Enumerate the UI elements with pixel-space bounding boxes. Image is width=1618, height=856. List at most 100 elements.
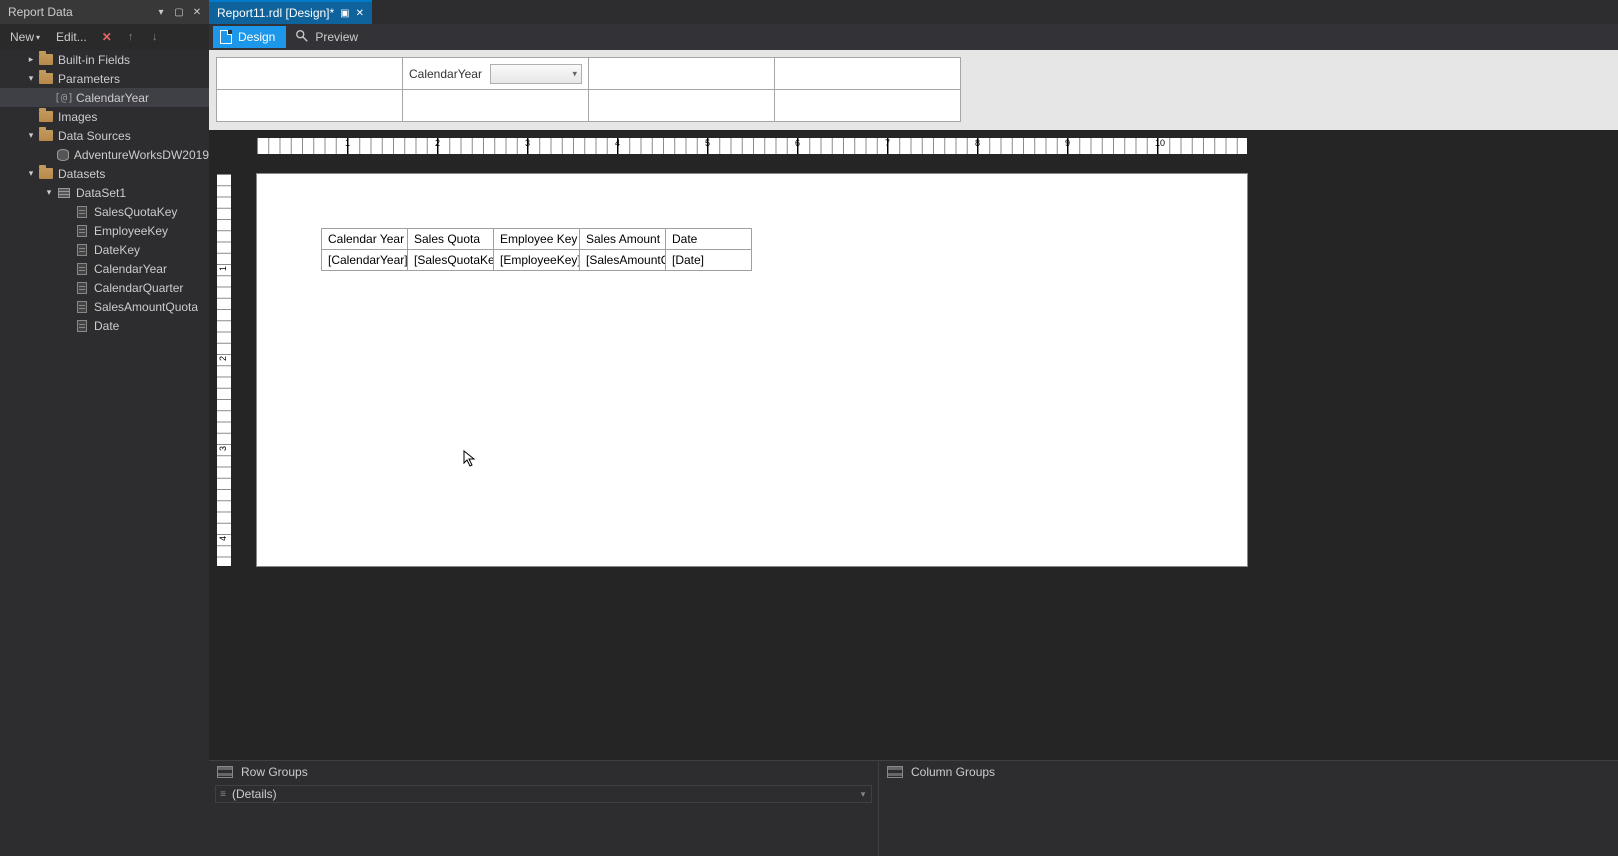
tree-item[interactable]: SalesAmountQuota	[0, 297, 209, 316]
vertical-ruler: 1 2 3 4	[217, 174, 231, 566]
tree-label: Date	[94, 319, 119, 333]
tree-label: Parameters	[58, 72, 120, 86]
table-cell[interactable]: [SalesAmountQ	[580, 250, 666, 271]
tree-label: SalesAmountQuota	[94, 300, 198, 314]
param-cell-empty[interactable]	[216, 89, 403, 122]
horizontal-ruler: 12345678910	[257, 138, 1247, 154]
tree-item[interactable]: EmployeeKey	[0, 221, 209, 240]
tree-label: Datasets	[58, 167, 105, 181]
row-groups-icon	[217, 766, 233, 778]
field-icon	[74, 281, 90, 295]
tree-item[interactable]: [@] CalendarYear	[0, 88, 209, 107]
param-cell-empty[interactable]	[402, 89, 589, 122]
column-groups-title: Column Groups	[911, 765, 995, 779]
report-table[interactable]: Calendar YearSales QuotaEmployee KeySale…	[321, 228, 752, 271]
tree-item[interactable]: CalendarQuarter	[0, 278, 209, 297]
field-icon	[74, 243, 90, 257]
param-cell-empty[interactable]	[588, 89, 775, 122]
field-icon	[74, 300, 90, 314]
tree-item[interactable]: CalendarYear	[0, 259, 209, 278]
twisty-icon[interactable]: ▾	[26, 131, 36, 141]
tree-label: AdventureWorksDW2019	[74, 148, 209, 162]
twisty-icon[interactable]: ▸	[26, 55, 36, 65]
delete-icon[interactable]: ✕	[97, 27, 117, 47]
close-tab-icon[interactable]: ✕	[356, 8, 364, 19]
move-down-icon[interactable]: ↓	[145, 27, 165, 47]
tree-label: DateKey	[94, 243, 140, 257]
report-page[interactable]: Calendar YearSales QuotaEmployee KeySale…	[257, 174, 1247, 566]
twisty-icon[interactable]: ▾	[26, 169, 36, 179]
tree-item[interactable]: AdventureWorksDW2019	[0, 145, 209, 164]
chevron-down-icon[interactable]: ▾	[855, 789, 871, 800]
tree-item[interactable]: Date	[0, 316, 209, 335]
folder-icon	[38, 110, 54, 124]
folder-icon	[38, 167, 54, 181]
panel-header: Report Data ▾ ▢ ✕	[0, 0, 209, 24]
table-header[interactable]: Sales Amount	[580, 229, 666, 250]
param-label: CalendarYear	[409, 67, 482, 81]
tree-label: DataSet1	[76, 186, 126, 200]
design-surface[interactable]: 12345678910 1 2 3 4 Calendar YearSales Q…	[209, 130, 1618, 760]
move-up-icon[interactable]: ↑	[121, 27, 141, 47]
tree-label: CalendarYear	[76, 91, 149, 105]
dropdown-icon[interactable]: ▾	[153, 4, 169, 20]
parameter-strip: CalendarYear	[209, 50, 1618, 130]
panel-toolbar: New▾ Edit... ✕ ↑ ↓	[0, 24, 209, 50]
tree-item[interactable]: DateKey	[0, 240, 209, 259]
table-header[interactable]: Calendar Year	[322, 229, 408, 250]
tree-label: SalesQuotaKey	[94, 205, 177, 219]
param-icon: [@]	[56, 91, 72, 105]
param-cell-empty[interactable]	[588, 57, 775, 90]
tab-bar: Report11.rdl [Design]* ▣ ✕	[209, 0, 1618, 24]
tree-item[interactable]: ▾ Parameters	[0, 69, 209, 88]
folder-icon	[38, 129, 54, 143]
cursor-icon	[463, 450, 476, 468]
tree-item[interactable]: SalesQuotaKey	[0, 202, 209, 221]
tree-item[interactable]: ▾ Datasets	[0, 164, 209, 183]
main-area: Report11.rdl [Design]* ▣ ✕ Design Previe…	[209, 0, 1618, 856]
pin-icon[interactable]: ▢	[171, 4, 187, 20]
table-cell[interactable]: [Date]	[666, 250, 752, 271]
field-icon	[74, 262, 90, 276]
close-icon[interactable]: ✕	[189, 4, 205, 20]
field-icon	[74, 319, 90, 333]
tree-label: EmployeeKey	[94, 224, 168, 238]
tab-title: Report11.rdl [Design]*	[217, 6, 334, 20]
new-button[interactable]: New▾	[4, 28, 46, 46]
tree-item[interactable]: ▾Data Sources	[0, 126, 209, 145]
table-cell[interactable]: [CalendarYear]	[322, 250, 408, 271]
preview-icon	[295, 29, 309, 46]
tree-item[interactable]: ▾ DataSet1	[0, 183, 209, 202]
report-data-panel: Report Data ▾ ▢ ✕ New▾ Edit... ✕ ↑ ↓ ▸ Bu…	[0, 0, 209, 856]
document-tab[interactable]: Report11.rdl [Design]* ▣ ✕	[209, 0, 372, 24]
tree-view[interactable]: ▸ Built-in Fields ▾ Parameters [@] CalendarYe…	[0, 50, 209, 856]
pin-tab-icon[interactable]: ▣	[340, 8, 349, 19]
edit-button[interactable]: Edit...	[50, 28, 93, 46]
column-groups-icon	[887, 766, 903, 778]
db-icon	[55, 148, 70, 162]
field-icon	[74, 205, 90, 219]
tree-label: CalendarYear	[94, 262, 167, 276]
tree-item[interactable]: ▸ Built-in Fields	[0, 50, 209, 69]
table-header[interactable]: Date	[666, 229, 752, 250]
param-cell-empty[interactable]	[774, 89, 961, 122]
twisty-icon[interactable]: ▾	[44, 188, 54, 198]
table-header[interactable]: Employee Key	[494, 229, 580, 250]
design-view-button[interactable]: Design	[213, 26, 286, 48]
param-cell-empty[interactable]	[216, 57, 403, 90]
folder-icon	[38, 53, 54, 67]
panel-title: Report Data	[8, 5, 151, 19]
param-cell-calendaryear[interactable]: CalendarYear	[402, 57, 589, 90]
tree-label: Built-in Fields	[58, 53, 130, 67]
param-cell-empty[interactable]	[774, 57, 961, 90]
handle-icon: ≡	[216, 789, 230, 800]
table-cell[interactable]: [EmployeeKey]	[494, 250, 580, 271]
param-dropdown[interactable]	[490, 64, 582, 84]
details-group[interactable]: ≡ (Details) ▾	[215, 785, 872, 803]
groups-panel: Row Groups ≡ (Details) ▾ Column Groups	[209, 760, 1618, 856]
table-header[interactable]: Sales Quota	[408, 229, 494, 250]
preview-view-button[interactable]: Preview	[288, 26, 369, 48]
tree-item[interactable]: Images	[0, 107, 209, 126]
table-cell[interactable]: [SalesQuotaKey	[408, 250, 494, 271]
twisty-icon[interactable]: ▾	[26, 74, 36, 84]
